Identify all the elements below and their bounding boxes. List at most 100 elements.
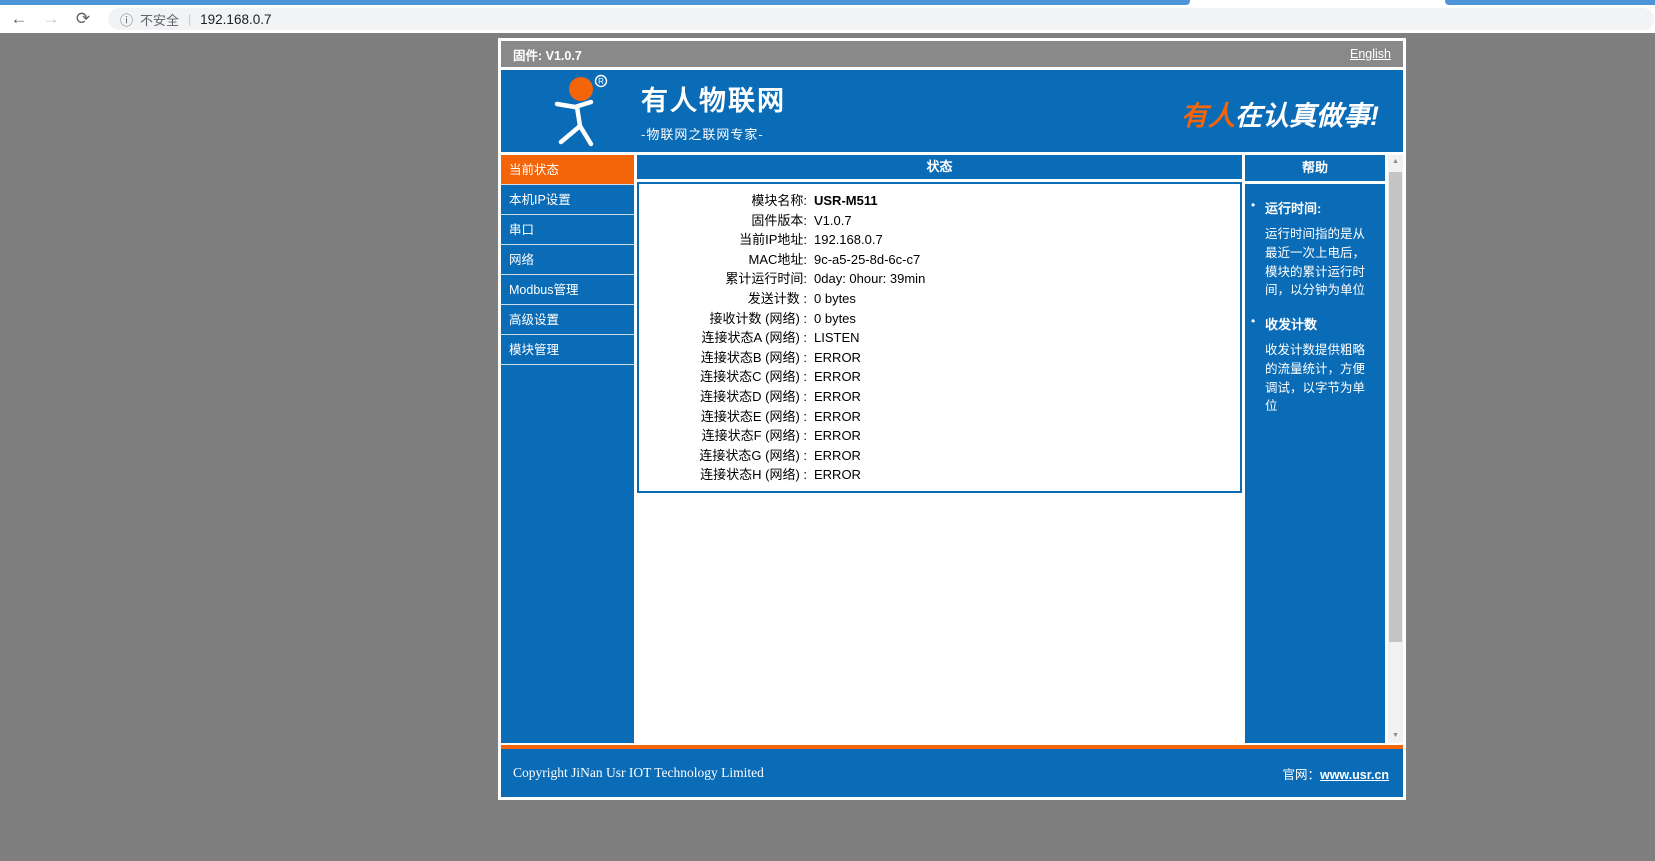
status-value: ERROR	[814, 387, 1240, 407]
status-label: 发送计数 :	[639, 289, 807, 309]
sidebar-item-module[interactable]: 模块管理	[501, 335, 634, 365]
status-label: 连接状态C (网络) :	[639, 367, 807, 387]
official-site-label: 官网：	[1282, 768, 1320, 782]
status-panel: 状态 模块名称: USR-M511 固件版本: V1.0.7 当前IP地址: 192.…	[637, 155, 1242, 743]
brand-title: 有人物联网	[641, 79, 786, 118]
status-row: 连接状态C (网络) : ERROR	[639, 367, 1240, 387]
help-heading: 收发计数	[1265, 314, 1317, 333]
forward-icon: →	[43, 9, 60, 29]
help-item: • 收发计数	[1251, 314, 1377, 333]
scrollbar-thumb[interactable]	[1389, 172, 1402, 642]
status-value: ERROR	[814, 367, 1240, 387]
status-row: 接收计数 (网络) : 0 bytes	[639, 309, 1240, 329]
official-site: 官网：www.usr.cn	[1282, 764, 1389, 783]
status-label: 模块名称:	[639, 191, 807, 211]
status-panel-title: 状态	[637, 155, 1242, 179]
status-row: 当前IP地址: 192.168.0.7	[639, 230, 1240, 250]
help-item: • 运行时间:	[1251, 198, 1377, 217]
sidebar-item-advanced[interactable]: 高级设置	[501, 305, 634, 335]
status-label: 连接状态G (网络) :	[639, 446, 807, 466]
status-row: 连接状态B (网络) :ERROR	[639, 348, 1240, 368]
browser-toolbar: ← → ⟳ ⓘ 不安全 | 192.168.0.7	[0, 5, 1655, 33]
back-icon: ←	[11, 9, 28, 29]
status-row: 模块名称: USR-M511	[639, 191, 1240, 211]
status-row: 连接状态H (网络) : ERROR	[639, 465, 1240, 485]
status-value: ERROR	[814, 446, 1240, 466]
status-label: 累计运行时间:	[639, 269, 807, 289]
status-row: 连接状态A (网络) : LISTEN	[639, 328, 1240, 348]
firmware-topbar: 固件: V1.0.7 English	[501, 41, 1403, 67]
status-row: 连接状态E (网络) : ERROR	[639, 407, 1240, 427]
status-label: 当前IP地址:	[639, 230, 807, 250]
status-value: USR-M511	[814, 191, 1240, 211]
sidebar-item-serial[interactable]: 串口	[501, 215, 634, 245]
reload-icon: ⟳	[76, 9, 90, 29]
status-value: 192.168.0.7	[814, 230, 1240, 250]
sidebar-menu: 当前状态 本机IP设置 串口 网络 Modbus管理 高级设置 模块管理	[501, 155, 634, 743]
status-row: 累计运行时间: 0day: 0hour: 39min	[639, 269, 1240, 289]
brand-text: 有人物联网 -物联网之联网专家-	[641, 79, 786, 143]
status-label: MAC地址:	[639, 250, 807, 270]
scroll-up-icon[interactable]: ▲	[1388, 155, 1403, 169]
status-value: LISTEN	[814, 328, 1240, 348]
help-text: 收发计数提供粗略的流量统计，方便调试，以字节为单位	[1265, 341, 1377, 416]
page-info-icon[interactable]: ⓘ	[120, 10, 133, 29]
sidebar-item-modbus[interactable]: Modbus管理	[501, 275, 634, 305]
status-row: 发送计数 : 0 bytes	[639, 289, 1240, 309]
footer-bar: Copyright JiNan Usr IOT Technology Limit…	[501, 749, 1403, 797]
status-value: 0day: 0hour: 39min	[814, 269, 1240, 289]
status-row: 固件版本: V1.0.7	[639, 211, 1240, 231]
status-value: ERROR	[814, 465, 1240, 485]
status-label: 连接状态A (网络) :	[639, 328, 807, 348]
copyright-text: Copyright JiNan Usr IOT Technology Limit…	[513, 765, 764, 781]
bullet-icon: •	[1251, 198, 1265, 217]
status-value: ERROR	[814, 407, 1240, 427]
brand-banner: R 有人物联网 -物联网之联网专家- 有人在认真做事!	[501, 70, 1403, 152]
help-panel-title: 帮助	[1245, 155, 1385, 181]
sidebar-item-network[interactable]: 网络	[501, 245, 634, 275]
bullet-icon: •	[1251, 314, 1265, 333]
device-config-page: 固件: V1.0.7 English R 有人物联网 -物联网之联网专家- 有人…	[498, 38, 1406, 800]
usr-logo: R	[547, 74, 613, 148]
english-link[interactable]: English	[1350, 47, 1391, 61]
sidebar-item-current-status[interactable]: 当前状态	[501, 155, 634, 185]
help-panel-body: • 运行时间: 运行时间指的是从最近一次上电后，模块的累计运行时间，以分钟为单位…	[1245, 184, 1385, 743]
status-row: 连接状态G (网络) : ERROR	[639, 446, 1240, 466]
status-label: 连接状态D (网络) :	[639, 387, 807, 407]
content-area: 当前状态 本机IP设置 串口 网络 Modbus管理 高级设置 模块管理 状态 …	[501, 155, 1403, 743]
status-row: 连接状态F (网络) : ERROR	[639, 426, 1240, 446]
address-separator: |	[188, 12, 191, 26]
official-site-link[interactable]: www.usr.cn	[1320, 768, 1389, 782]
status-value: ERROR	[814, 426, 1240, 446]
status-label: 连接状态E (网络) :	[639, 407, 807, 427]
security-label: 不安全	[140, 10, 179, 29]
status-value: 0 bytes	[814, 289, 1240, 309]
reload-button[interactable]: ⟳	[70, 7, 96, 31]
brand-subtitle: -物联网之联网专家-	[641, 124, 786, 143]
status-value: 9c-a5-25-8d-6c-c7	[814, 250, 1240, 270]
status-row: 连接状态D (网络) : ERROR	[639, 387, 1240, 407]
status-value: 0 bytes	[814, 309, 1240, 329]
usr-person-icon: R	[547, 74, 613, 148]
status-table: 模块名称: USR-M511 固件版本: V1.0.7 当前IP地址: 192.168…	[637, 182, 1242, 493]
status-label: 连接状态H (网络) :	[639, 465, 807, 485]
forward-button[interactable]: →	[38, 7, 64, 31]
back-button[interactable]: ←	[6, 7, 32, 31]
sidebar-item-local-ip[interactable]: 本机IP设置	[501, 185, 634, 215]
svg-text:R: R	[598, 77, 604, 86]
help-panel: 帮助 • 运行时间: 运行时间指的是从最近一次上电后，模块的累计运行时间，以分钟…	[1245, 155, 1385, 743]
content-scrollbar[interactable]: ▲ ▼	[1388, 155, 1403, 743]
status-label: 连接状态F (网络) :	[639, 426, 807, 446]
help-heading: 运行时间:	[1265, 198, 1321, 217]
status-value: ERROR	[814, 348, 1240, 368]
slogan-white-part: 在认真做事!	[1235, 101, 1379, 131]
status-label: 接收计数 (网络) :	[639, 309, 807, 329]
scroll-down-icon[interactable]: ▼	[1388, 729, 1403, 743]
url-text: 192.168.0.7	[200, 12, 271, 27]
status-value: V1.0.7	[814, 211, 1240, 231]
brand-slogan: 有人在认真做事!	[1181, 94, 1379, 133]
firmware-version-label: 固件: V1.0.7	[513, 45, 582, 64]
address-bar[interactable]: ⓘ 不安全 | 192.168.0.7	[108, 8, 1654, 30]
slogan-orange-part: 有人	[1181, 101, 1235, 131]
status-label: 固件版本:	[639, 211, 807, 231]
